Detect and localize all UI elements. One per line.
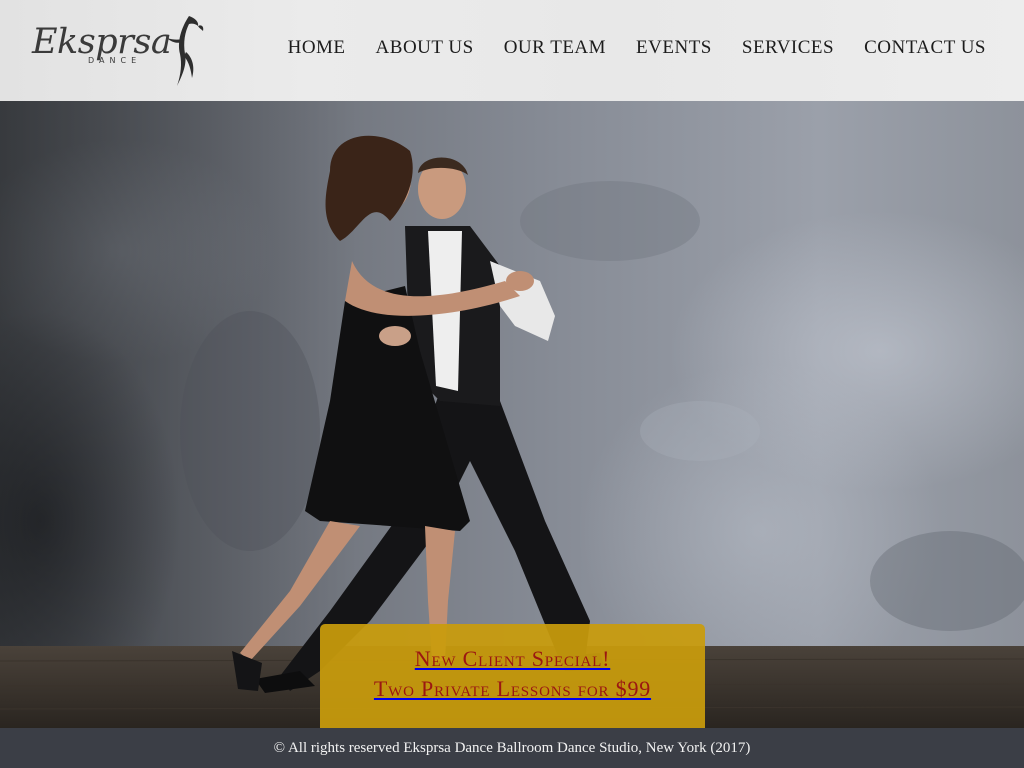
nav-services[interactable]: SERVICES xyxy=(742,36,834,60)
promo-headline: New Client Special! xyxy=(414,646,611,671)
nav-home[interactable]: HOME xyxy=(288,36,346,60)
logo-link[interactable]: Eksprsa DANCE xyxy=(30,12,205,90)
nav-about-us[interactable]: ABOUT US xyxy=(376,36,474,60)
nav-our-team[interactable]: OUR TEAM xyxy=(504,36,606,60)
site-header: Eksprsa DANCE HOME ABOUT US OUR TEAM EVE… xyxy=(0,0,1024,101)
nav-contact-us[interactable]: CONTACT US xyxy=(864,36,986,60)
new-client-special-banner[interactable]: New Client Special! Two Private Lessons … xyxy=(320,624,705,734)
nav-events[interactable]: EVENTS xyxy=(636,36,712,60)
dancer-logo-icon xyxy=(167,16,204,86)
site-footer: © All rights reserved Eksprsa Dance Ball… xyxy=(0,728,1024,768)
logo-tagline: DANCE xyxy=(88,56,142,65)
promo-offer: Two Private Lessons for $99 xyxy=(373,676,652,701)
main-nav: HOME ABOUT US OUR TEAM EVENTS SERVICES C… xyxy=(258,36,986,60)
copyright-text: © All rights reserved Eksprsa Dance Ball… xyxy=(273,740,751,756)
